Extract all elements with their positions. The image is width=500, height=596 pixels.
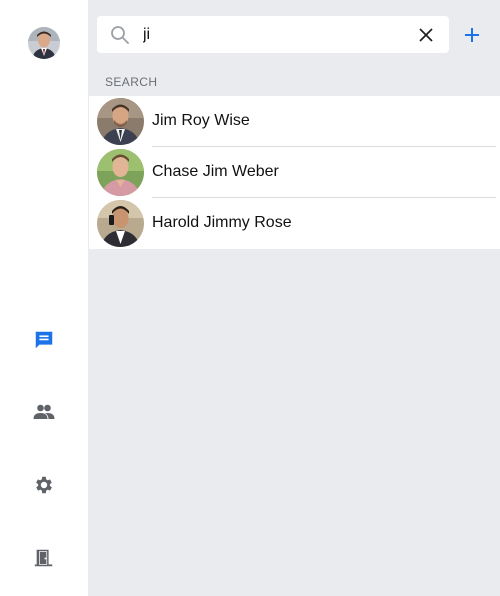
- section-label: SEARCH: [105, 75, 158, 89]
- people-icon[interactable]: [32, 400, 56, 424]
- search-input[interactable]: [143, 22, 403, 47]
- avatar: [97, 149, 144, 196]
- contact-name: Jim Roy Wise: [152, 112, 250, 129]
- list-item[interactable]: Harold Jimmy Rose: [89, 198, 500, 249]
- list-item[interactable]: Jim Roy Wise: [89, 96, 500, 147]
- search-icon: [110, 25, 130, 45]
- sidebar: [0, 0, 88, 596]
- list-item[interactable]: Chase Jim Weber: [89, 147, 500, 198]
- chat-icon[interactable]: [32, 328, 56, 352]
- user-avatar[interactable]: [28, 27, 60, 59]
- logout-door-icon[interactable]: [32, 546, 56, 570]
- avatar: [97, 98, 144, 145]
- close-icon[interactable]: [418, 27, 434, 43]
- main-panel: SEARCH Jim Roy Wise: [88, 0, 500, 596]
- contact-name: Harold Jimmy Rose: [152, 214, 292, 231]
- search-bar[interactable]: [97, 16, 449, 53]
- contact-name: Chase Jim Weber: [152, 163, 279, 180]
- gear-icon[interactable]: [32, 473, 56, 497]
- search-results-list: Jim Roy Wise Chase Jim Weber Harold Jimm…: [89, 96, 500, 249]
- add-icon[interactable]: [462, 25, 482, 45]
- avatar: [97, 200, 144, 247]
